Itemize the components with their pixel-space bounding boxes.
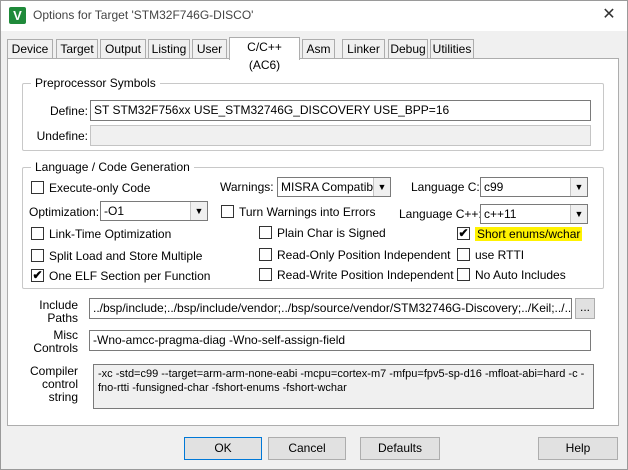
language-c-label: Language C: bbox=[411, 180, 480, 194]
undefine-label: Undefine: bbox=[36, 129, 88, 143]
read-write-position-independent-box bbox=[259, 268, 272, 281]
short-enums-wchar-label: Short enums/wchar bbox=[475, 227, 583, 241]
compiler-control-string-label-line2: control bbox=[41, 377, 78, 391]
one-elf-section-per-function-label: One ELF Section per Function bbox=[49, 269, 211, 283]
define-input[interactable]: ST STM32F756xx USE_STM32746G_DISCOVERY U… bbox=[90, 100, 591, 121]
title-bar[interactable]: V Options for Target 'STM32F746G-DISCO' … bbox=[1, 1, 627, 31]
options-dialog: V Options for Target 'STM32F746G-DISCO' … bbox=[0, 0, 628, 470]
split-load-store-multiple-label: Split Load and Store Multiple bbox=[49, 249, 203, 263]
tab-device[interactable]: Device bbox=[7, 39, 53, 59]
misc-controls-label-line2: Controls bbox=[33, 341, 78, 355]
use-rtti-box bbox=[457, 248, 470, 261]
plain-char-signed-label: Plain Char is Signed bbox=[277, 226, 386, 240]
undefine-input[interactable] bbox=[90, 125, 591, 146]
language-code-generation-group: Language / Code Generation Execute-only … bbox=[22, 160, 604, 289]
read-only-position-independent-box bbox=[259, 248, 272, 261]
split-load-store-multiple-box bbox=[31, 249, 44, 262]
include-paths-label: Include Paths bbox=[22, 299, 78, 325]
tab-user[interactable]: User bbox=[192, 39, 227, 59]
misc-controls-label: Misc Controls bbox=[22, 329, 78, 355]
optimization-select[interactable]: -O1 ▼ bbox=[100, 201, 208, 221]
tab-listing[interactable]: Listing bbox=[148, 39, 190, 59]
include-paths-browse-button[interactable]: ... bbox=[575, 298, 595, 319]
plain-char-signed-box bbox=[259, 226, 272, 239]
language-c-value: c99 bbox=[484, 180, 504, 194]
ok-button[interactable]: OK bbox=[184, 437, 262, 460]
c-cpp-tab-panel: Preprocessor Symbols Define: ST STM32F75… bbox=[7, 58, 619, 426]
chevron-down-icon: ▼ bbox=[190, 202, 207, 220]
warnings-value: MISRA Compatible bbox=[281, 180, 383, 194]
tab-strip: Device Target Output Listing User C/C++ … bbox=[7, 37, 619, 72]
no-auto-includes-label: No Auto Includes bbox=[475, 268, 566, 282]
tab-target[interactable]: Target bbox=[56, 39, 98, 59]
read-write-position-independent-label: Read-Write Position Independent bbox=[277, 268, 454, 282]
compiler-control-string-label-line1: Compiler bbox=[29, 364, 78, 378]
tab-c-cpp-ac6[interactable]: C/C++ (AC6) bbox=[229, 37, 300, 72]
compiler-control-string-text[interactable]: -xc -std=c99 --target=arm-arm-none-eabi … bbox=[93, 364, 594, 409]
short-enums-wchar-box: ✔ bbox=[457, 226, 470, 240]
tab-output[interactable]: Output bbox=[100, 39, 146, 59]
turn-warnings-into-errors-label: Turn Warnings into Errors bbox=[239, 205, 376, 219]
define-label: Define: bbox=[49, 104, 88, 118]
chevron-down-icon: ▼ bbox=[570, 205, 587, 223]
language-cpp-value: c++11 bbox=[484, 207, 517, 221]
preprocessor-symbols-group: Preprocessor Symbols Define: ST STM32F75… bbox=[22, 76, 604, 151]
warnings-label: Warnings: bbox=[220, 180, 274, 194]
help-button[interactable]: Help bbox=[538, 437, 618, 460]
optimization-value: -O1 bbox=[104, 204, 125, 218]
tab-utilities[interactable]: Utilities bbox=[430, 39, 474, 59]
defaults-button[interactable]: Defaults bbox=[360, 437, 440, 460]
keil-app-icon: V bbox=[9, 7, 26, 24]
turn-warnings-into-errors-box bbox=[221, 205, 234, 218]
window-title: Options for Target 'STM32F746G-DISCO' bbox=[33, 8, 254, 22]
language-cpp-label: Language C++: bbox=[399, 207, 482, 221]
close-icon[interactable]: ✕ bbox=[597, 4, 621, 26]
optimization-label: Optimization: bbox=[29, 205, 100, 219]
read-only-position-independent-label: Read-Only Position Independent bbox=[277, 248, 451, 262]
preprocessor-symbols-legend: Preprocessor Symbols bbox=[31, 76, 160, 90]
language-cpp-select[interactable]: c++11 ▼ bbox=[480, 204, 588, 224]
warnings-select[interactable]: MISRA Compatible ▼ bbox=[277, 177, 391, 197]
misc-controls-label-line1: Misc bbox=[53, 328, 78, 342]
chevron-down-icon: ▼ bbox=[373, 178, 390, 196]
link-time-optimization-label: Link-Time Optimization bbox=[49, 227, 172, 241]
one-elf-section-per-function-box: ✔ bbox=[31, 268, 44, 282]
tab-linker[interactable]: Linker bbox=[342, 39, 385, 59]
tab-asm[interactable]: Asm bbox=[302, 39, 335, 59]
tab-debug[interactable]: Debug bbox=[388, 39, 428, 59]
link-time-optimization-box bbox=[31, 227, 44, 240]
include-paths-label-line1: Include bbox=[39, 298, 78, 312]
language-c-select[interactable]: c99 ▼ bbox=[480, 177, 588, 197]
compiler-control-string-label: Compiler control string bbox=[22, 365, 78, 404]
cancel-button[interactable]: Cancel bbox=[268, 437, 346, 460]
misc-controls-input[interactable]: -Wno-amcc-pragma-diag -Wno-self-assign-f… bbox=[89, 330, 591, 351]
chevron-down-icon: ▼ bbox=[570, 178, 587, 196]
language-code-generation-legend: Language / Code Generation bbox=[31, 160, 194, 174]
compiler-control-string-label-line3: string bbox=[48, 390, 78, 404]
include-paths-label-line2: Paths bbox=[47, 311, 78, 325]
execute-only-code-box bbox=[31, 181, 44, 194]
no-auto-includes-box bbox=[457, 268, 470, 281]
use-rtti-label: use RTTI bbox=[475, 248, 525, 262]
include-paths-input[interactable]: ../bsp/include;../bsp/include/vendor;../… bbox=[89, 298, 572, 319]
execute-only-code-label: Execute-only Code bbox=[49, 181, 151, 195]
